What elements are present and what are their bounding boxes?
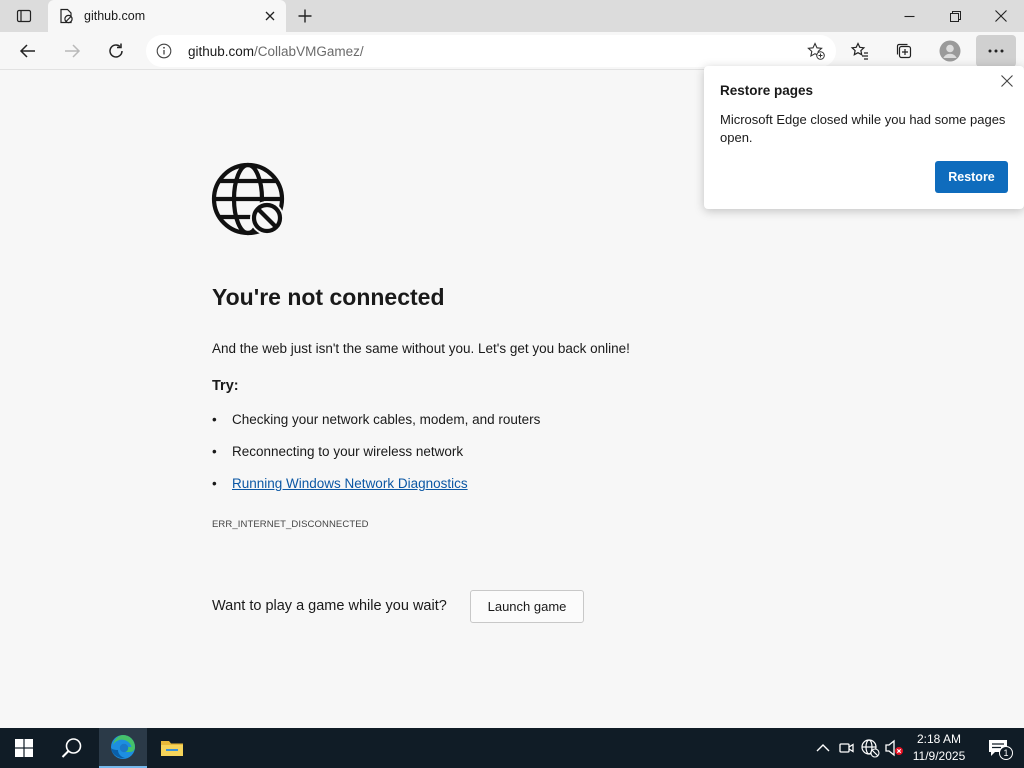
refresh-icon [109,43,123,58]
popup-message: Microsoft Edge closed while you had some… [720,112,1006,145]
clock-date: 11/9/2025 [912,749,966,763]
no-connection-globe-icon [211,162,285,236]
more-horizontal-icon [988,49,1004,53]
bullet-dot: • [212,444,217,459]
address-url: github.com/CollabVMGamez/ [188,44,364,59]
tab-close-icon[interactable] [262,8,278,24]
folder-icon [161,741,183,756]
edge-icon [111,735,135,759]
search-button[interactable] [48,728,96,768]
refresh-button[interactable] [100,35,132,67]
plus-icon [298,9,312,23]
error-description: And the web just isn't the same without … [212,341,630,356]
try-heading: Try: [212,378,239,394]
taskbar: 2:18 AM 11/9/2025 1 [0,728,1024,768]
taskbar-file-explorer-button[interactable] [148,728,196,768]
action-center-button[interactable]: 1 [978,728,1018,768]
close-window-button[interactable] [978,0,1024,32]
tab-bar: github.com [0,0,1024,32]
tab-actions-icon [16,9,32,23]
meet-now-icon[interactable] [837,738,857,758]
bullet-dot: • [212,412,217,427]
address-host: github.com [188,44,255,59]
favorites-icon [850,42,868,60]
suggestion-text: Checking your network cables, modem, and… [232,412,541,427]
restore-button[interactable]: Restore [935,161,1008,193]
tab-actions-button[interactable] [8,4,40,28]
back-arrow-icon [19,44,35,58]
minimize-icon [904,15,914,17]
address-path: /CollabVMGamez/ [254,44,364,59]
avatar-icon [939,40,961,62]
profile-button[interactable] [934,35,966,67]
error-code: ERR_INTERNET_DISCONNECTED [212,519,369,530]
site-info-icon[interactable] [156,43,172,59]
suggestion-text: Reconnecting to your wireless network [232,444,464,459]
taskbar-clock[interactable]: 2:18 AM 11/9/2025 [906,731,972,765]
tab-title: github.com [84,9,146,23]
favorites-button[interactable] [844,35,876,67]
close-icon[interactable] [998,72,1016,90]
game-prompt: Want to play a game while you wait? [212,598,447,614]
taskbar-edge-button[interactable] [99,728,147,768]
start-button[interactable] [0,728,48,768]
network-diagnostics-link[interactable]: Running Windows Network Diagnostics [232,476,468,491]
forward-arrow-icon [65,44,81,58]
popup-title: Restore pages [720,83,814,98]
address-bar[interactable]: github.com/CollabVMGamez/ [146,35,836,67]
collections-icon [896,43,912,59]
bullet-dot: • [212,476,217,491]
minimize-button[interactable] [886,0,932,32]
restore-pages-popup: Restore pages Microsoft Edge closed whil… [704,66,1024,209]
forward-button[interactable] [56,35,88,67]
settings-more-button[interactable] [976,35,1016,67]
network-globe-icon[interactable] [860,738,880,758]
collections-button[interactable] [888,35,920,67]
volume-muted-icon[interactable] [884,738,904,758]
search-icon [61,738,82,758]
notification-count-badge: 1 [999,746,1013,760]
close-icon [995,10,1007,22]
restore-window-button[interactable] [932,0,978,32]
tab-github[interactable]: github.com [48,0,286,32]
new-tab-button[interactable] [292,4,318,28]
chevron-up-icon[interactable] [813,738,833,758]
windows-logo-icon [15,739,33,757]
clock-time: 2:18 AM [916,732,962,746]
browser-toolbar: github.com/CollabVMGamez/ [0,32,1024,70]
launch-game-button[interactable]: Launch game [470,590,584,623]
page-error-favicon-icon [58,8,74,24]
back-button[interactable] [12,35,44,67]
add-favorite-icon[interactable] [806,41,826,61]
page-title: You're not connected [212,284,445,310]
restore-window-icon [949,10,961,22]
